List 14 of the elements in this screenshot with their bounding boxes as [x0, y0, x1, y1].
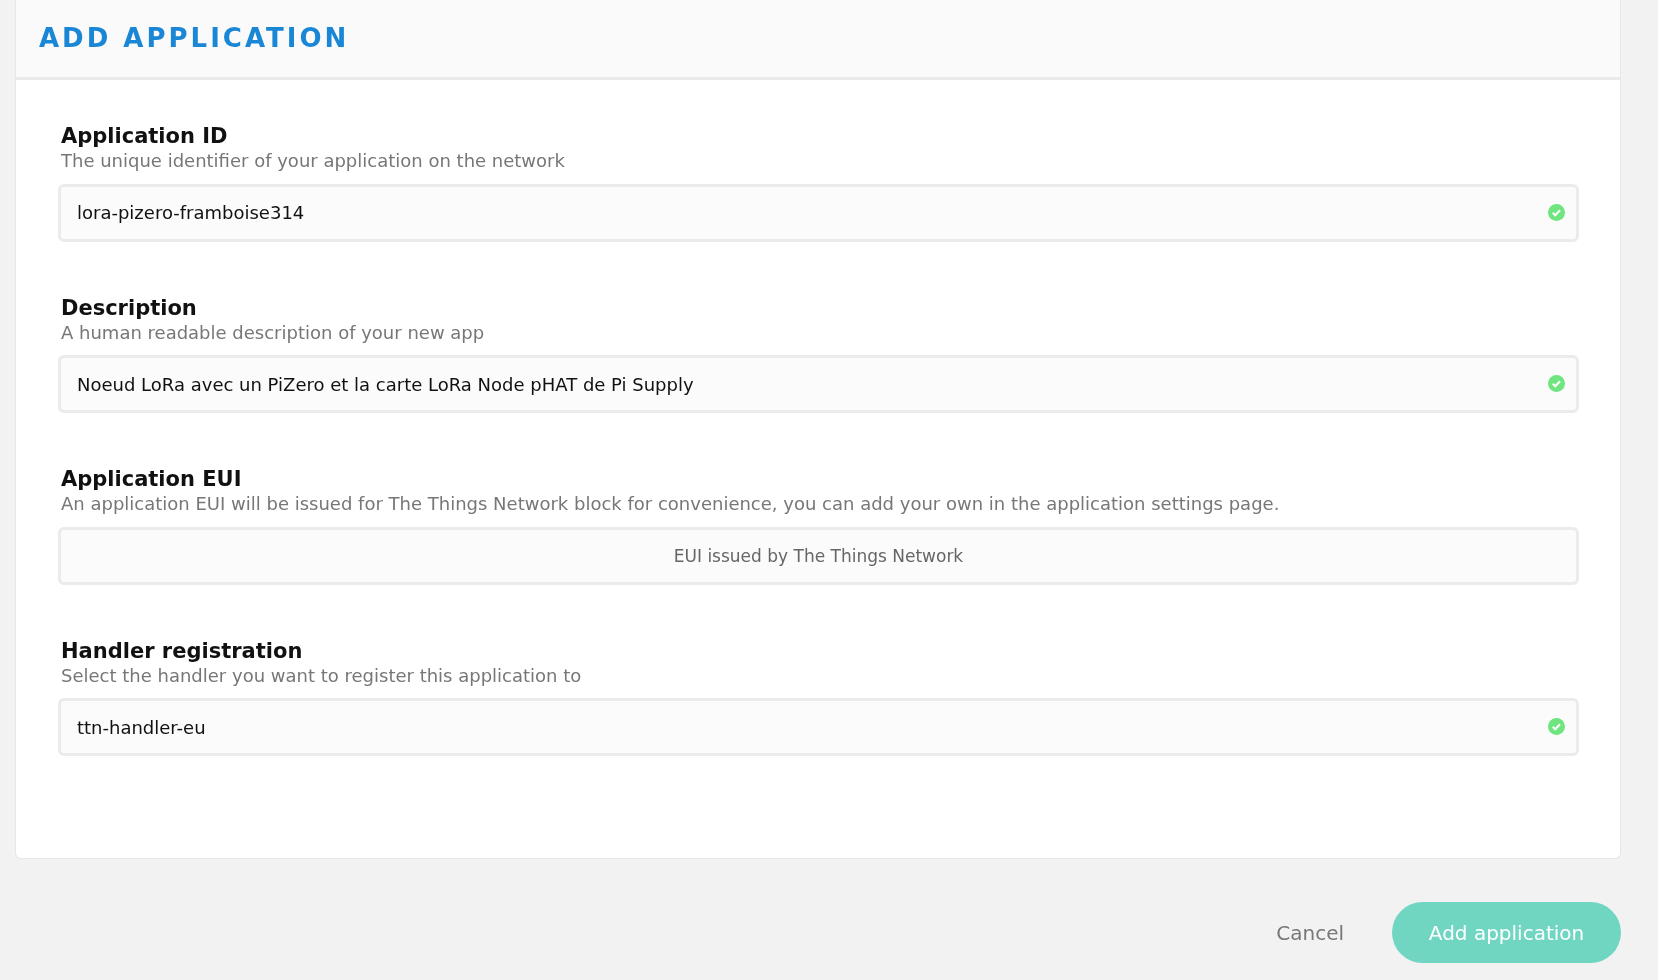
- field-help-text: A human readable description of your new app: [61, 320, 486, 345]
- input-field[interactable]: EUI issued by The Things Network: [58, 526, 1579, 585]
- cancel-button[interactable]: Cancel: [1270, 916, 1350, 949]
- field-label: Description: [61, 295, 198, 321]
- field-label: Application ID: [61, 124, 229, 150]
- input-field[interactable]: ttn-handler-eu: [58, 698, 1579, 757]
- field-help-text: The unique identifier of your application on the network: [61, 149, 566, 173]
- page-title: ADD APPLICATION: [39, 22, 350, 55]
- input-field[interactable]: lora-pizero-framboise314: [58, 183, 1579, 242]
- field-help-text: An application EUI will be issued for The Things Network block for convenience, you can add your own in the application settings page.: [61, 492, 1281, 516]
- input-field[interactable]: Noeud LoRa avec un PiZero et la carte LoRa Node pHAT de Pi Supply: [58, 355, 1579, 414]
- field-label: Application EUI: [61, 467, 243, 493]
- field-label: Handler registration: [61, 638, 304, 664]
- field-help-text: Select the handler you want to register this application to: [61, 663, 583, 688]
